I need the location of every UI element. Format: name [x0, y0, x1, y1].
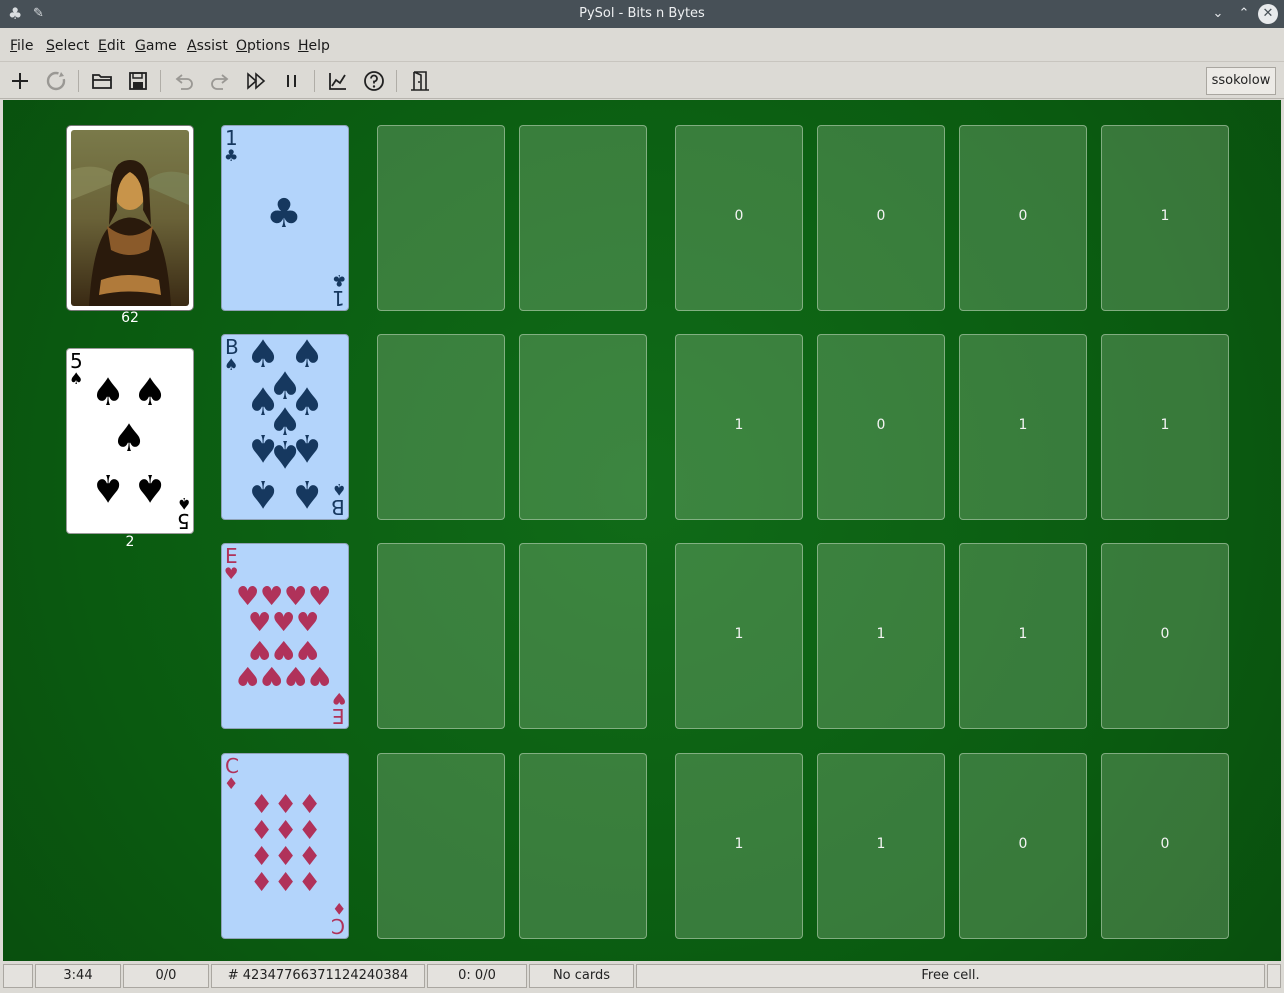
- foundation-count: 0: [876, 208, 886, 224]
- free-cell[interactable]: [377, 753, 505, 939]
- restart-icon[interactable]: [42, 67, 70, 95]
- game-table: 62 5 ♠ ♠ ♠ ♠ ♠ ♠ ♠ 5 2 1 ♣ ♣ ♣ 1 0 0 0 1…: [3, 100, 1281, 961]
- status-message: Free cell.: [636, 964, 1265, 988]
- toolbar-separator: [160, 70, 161, 92]
- foundation[interactable]: 0: [959, 125, 1087, 311]
- chevron-down-icon[interactable]: ⌄: [1209, 5, 1227, 23]
- foundation[interactable]: 1: [817, 543, 945, 729]
- menu-game[interactable]: Game: [135, 38, 177, 54]
- close-icon[interactable]: ✕: [1258, 4, 1278, 24]
- open-folder-icon[interactable]: [88, 67, 116, 95]
- card-pips: ♣: [266, 191, 302, 237]
- foundation-count: 1: [1018, 417, 1028, 433]
- foundation[interactable]: 1: [675, 543, 803, 729]
- foundation-count: 1: [876, 626, 886, 642]
- row-card-1-clubs[interactable]: 1 ♣ ♣ ♣ 1: [221, 125, 349, 311]
- menu-help[interactable]: Help: [298, 38, 330, 54]
- status-grip: [1267, 964, 1281, 988]
- waste-count: 2: [125, 534, 135, 550]
- status-time: 3:44: [35, 964, 121, 988]
- card-pips: ♠ ♠ ♠ ♠ ♠: [91, 370, 168, 510]
- free-cell[interactable]: [519, 543, 647, 729]
- foundation[interactable]: 0: [1101, 753, 1229, 939]
- foundation-count: 0: [734, 208, 744, 224]
- card-pips: ♦ ♦ ♦ ♦ ♦ ♦ ♦ ♦ ♦ ♦ ♦ ♦: [250, 790, 322, 898]
- foundation-count: 1: [734, 836, 744, 852]
- row-card-b-spades[interactable]: B ♠ ♠ ♠ ♠ ♠ ♠ ♠ ♠ ♠ ♠ ♠ ♠ ♠ B: [221, 334, 349, 520]
- toolbar-separator: [78, 70, 79, 92]
- status-score: 0: 0/0: [427, 964, 527, 988]
- save-icon[interactable]: [124, 67, 152, 95]
- menu-assist[interactable]: Assist: [187, 38, 228, 54]
- foundation-count: 0: [1160, 836, 1170, 852]
- card-back-mona-lisa: [71, 130, 189, 306]
- toolbar: ssokolow: [0, 62, 1284, 99]
- foundation[interactable]: 1: [959, 543, 1087, 729]
- foundation[interactable]: 1: [1101, 125, 1229, 311]
- help-icon[interactable]: [360, 67, 388, 95]
- foundation-count: 0: [1018, 836, 1028, 852]
- menu-options[interactable]: Options: [236, 38, 290, 54]
- undo-icon[interactable]: [170, 67, 198, 95]
- foundation-count: 1: [1160, 208, 1170, 224]
- redo-icon[interactable]: [206, 67, 234, 95]
- foundation[interactable]: 0: [817, 125, 945, 311]
- card-rank: 1: [332, 286, 345, 310]
- card-pips: ♥ ♥ ♥ ♥ ♥ ♥ ♥ ♥ ♥ ♥ ♥ ♥ ♥ ♥: [236, 582, 332, 690]
- card-rank: C: [331, 914, 345, 938]
- title-bar: ♣ ✎ PySol - Bits n Bytes ⌄ ⌃ ✕: [0, 0, 1284, 28]
- row-card-c-diamonds[interactable]: C ♦ ♦ ♦ ♦ ♦ ♦ ♦ ♦ ♦ ♦ ♦ ♦ ♦ ♦ C: [221, 753, 349, 939]
- foundation[interactable]: 1: [1101, 334, 1229, 520]
- window-title: PySol - Bits n Bytes: [579, 6, 705, 21]
- toolbar-separator: [396, 70, 397, 92]
- card-rank: E: [332, 704, 345, 728]
- foundation-count: 0: [1018, 208, 1028, 224]
- card-pips: ♠ ♠ ♠ ♠ ♠ ♠ ♠ ♠ ♠ ♠ ♠: [246, 334, 325, 516]
- menu-select[interactable]: Select: [46, 38, 89, 54]
- menu-file[interactable]: File: [10, 38, 33, 54]
- menu-edit[interactable]: Edit: [98, 38, 125, 54]
- free-cell[interactable]: [519, 334, 647, 520]
- foundation[interactable]: 1: [675, 753, 803, 939]
- foundation[interactable]: 1: [959, 334, 1087, 520]
- new-game-icon[interactable]: [6, 67, 34, 95]
- foundation-count: 1: [734, 626, 744, 642]
- foundation[interactable]: 1: [817, 753, 945, 939]
- status-cards-info: No cards: [529, 964, 634, 988]
- free-cell[interactable]: [377, 125, 505, 311]
- foundation[interactable]: 0: [817, 334, 945, 520]
- menu-bar: File Select Edit Game Assist Options Hel…: [0, 28, 1284, 62]
- free-cell[interactable]: [377, 334, 505, 520]
- foundation-count: 0: [1160, 626, 1170, 642]
- status-spacer: [3, 964, 33, 988]
- foundation[interactable]: 0: [959, 753, 1087, 939]
- foundation-count: 1: [1018, 626, 1028, 642]
- foundation-count: 1: [1160, 417, 1170, 433]
- free-cell[interactable]: [519, 753, 647, 939]
- autodrop-icon[interactable]: [242, 67, 270, 95]
- stock-pile[interactable]: [66, 125, 194, 311]
- card-rank: 5: [177, 509, 190, 533]
- free-cell[interactable]: [519, 125, 647, 311]
- pause-icon[interactable]: [278, 67, 306, 95]
- quit-icon[interactable]: [406, 67, 434, 95]
- player-name-field[interactable]: ssokolow: [1206, 67, 1276, 95]
- row-card-e-hearts[interactable]: E ♥ ♥ ♥ ♥ ♥ ♥ ♥ ♥ ♥ ♥ ♥ ♥ ♥ ♥ ♥ ♥ E: [221, 543, 349, 729]
- free-cell[interactable]: [377, 543, 505, 729]
- chevron-up-icon[interactable]: ⌃: [1235, 5, 1253, 23]
- status-game-number: # 42347766371124240384: [211, 964, 425, 988]
- status-bar: 3:44 0/0 # 42347766371124240384 0: 0/0 N…: [0, 961, 1284, 993]
- statistics-icon[interactable]: [324, 67, 352, 95]
- foundation[interactable]: 1: [675, 334, 803, 520]
- card-rank: B: [331, 495, 345, 519]
- status-moves: 0/0: [123, 964, 209, 988]
- foundation[interactable]: 0: [1101, 543, 1229, 729]
- foundation-count: 1: [734, 417, 744, 433]
- foundation[interactable]: 0: [675, 125, 803, 311]
- stock-count: 62: [121, 310, 139, 326]
- waste-card-5-spades[interactable]: 5 ♠ ♠ ♠ ♠ ♠ ♠ ♠ 5: [66, 348, 194, 534]
- foundation-count: 1: [876, 836, 886, 852]
- foundation-count: 0: [876, 417, 886, 433]
- toolbar-separator: [314, 70, 315, 92]
